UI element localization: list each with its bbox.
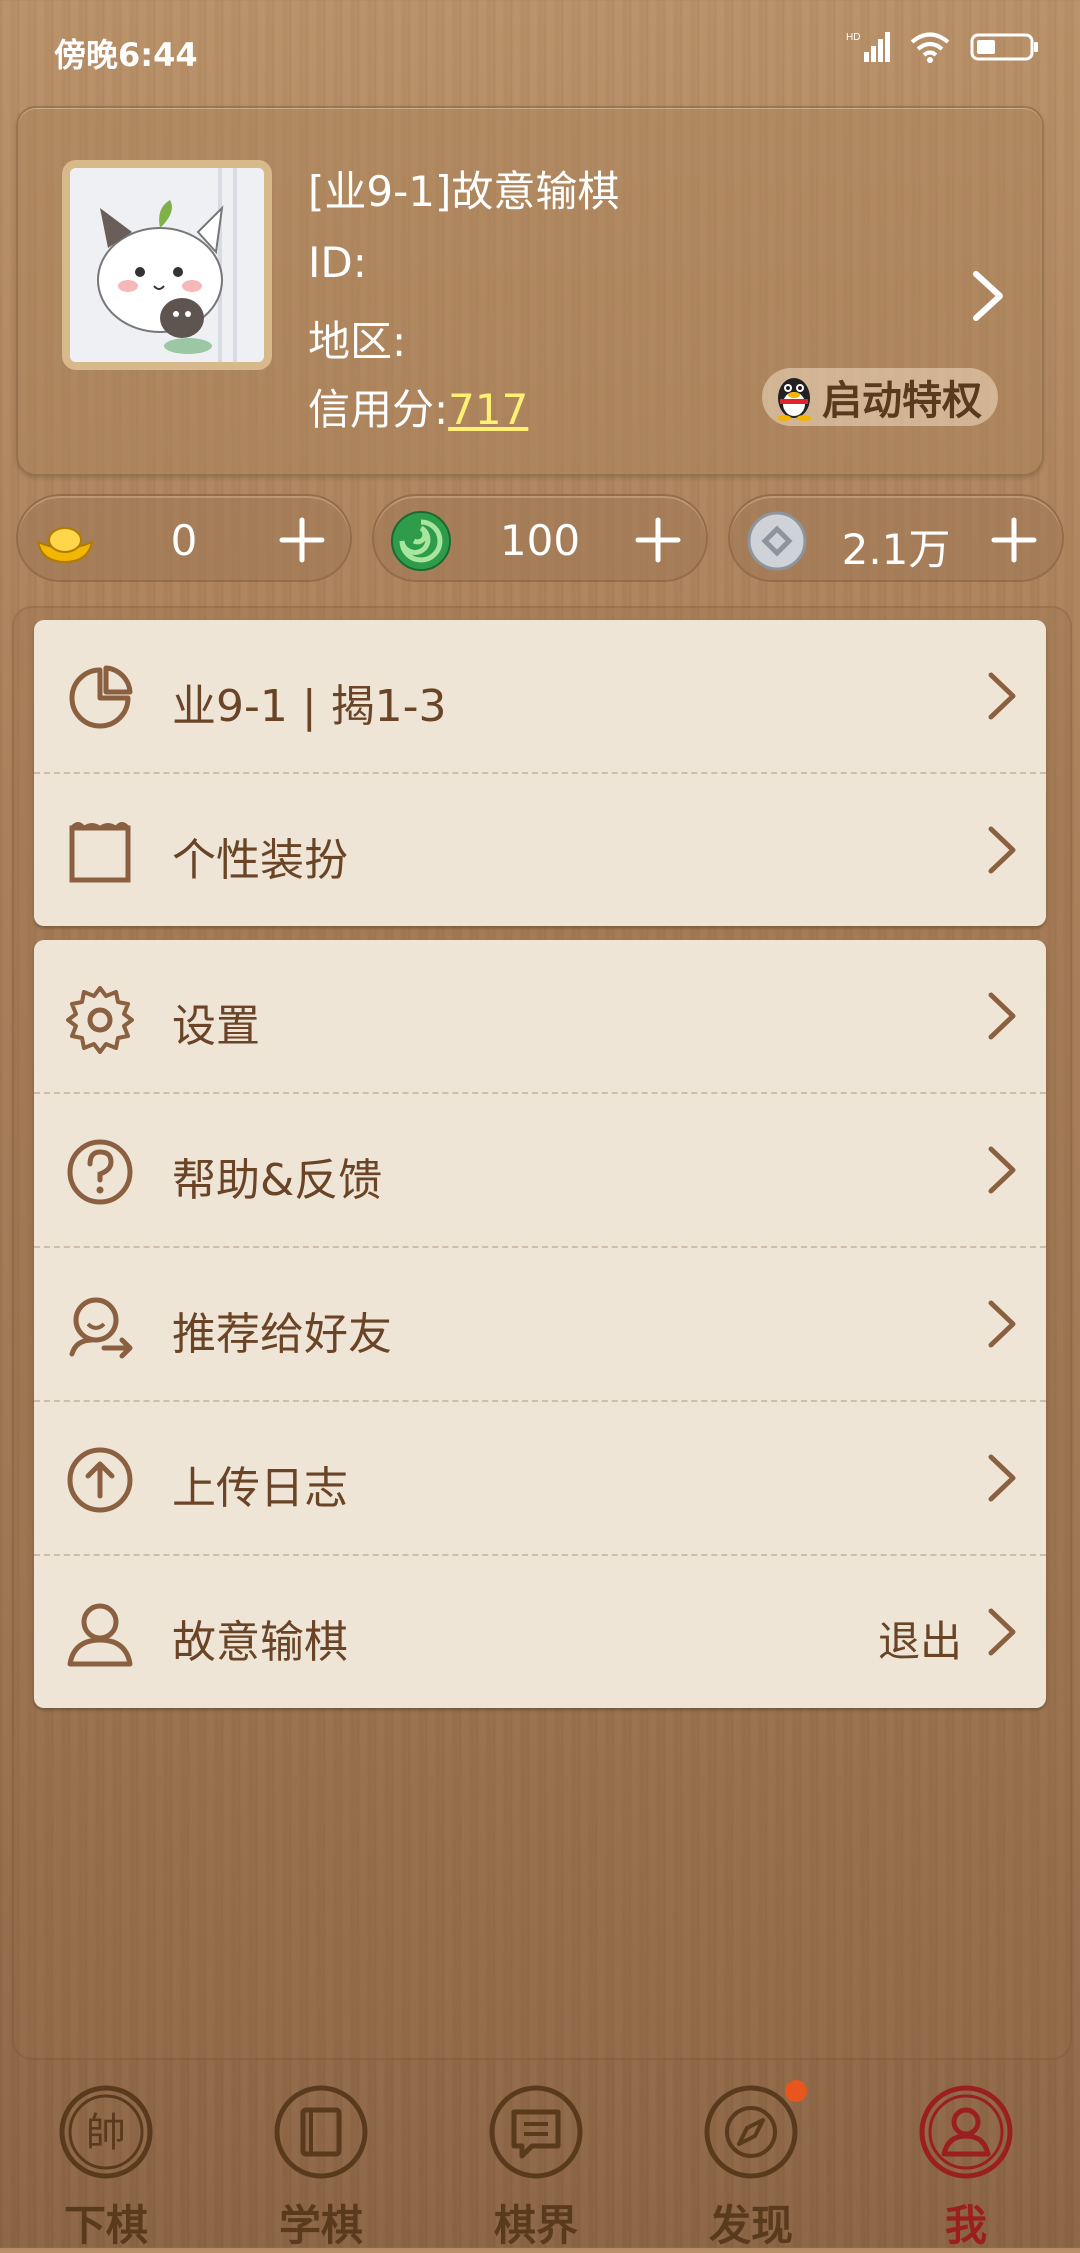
- battery-icon: [970, 33, 1038, 61]
- profile-id-label: ID:: [308, 238, 367, 287]
- bottom-nav: 帥 下棋 学棋 棋界 发现 我: [0, 2070, 1080, 2250]
- gear-icon: [66, 986, 134, 1054]
- gold-ingot-icon: [36, 527, 94, 564]
- tab-discover[interactable]: 发现: [671, 2080, 831, 2250]
- currency-jade[interactable]: 100: [372, 494, 708, 582]
- logout-link[interactable]: 退出: [878, 1608, 962, 1669]
- svg-text:HD: HD: [846, 32, 860, 43]
- account-label: 故意输棋: [172, 1617, 348, 1668]
- scroll-frame-icon: [69, 822, 131, 883]
- settings-label: 设置: [172, 1001, 260, 1052]
- share-icon: [69, 1297, 133, 1359]
- menu-item-recommend[interactable]: 推荐给好友: [34, 1248, 1046, 1402]
- profile-region-label: 地区:: [308, 317, 407, 366]
- rank-label: 业9-1 | 揭1-3: [172, 681, 447, 732]
- chevron-right-icon: [988, 1146, 1016, 1194]
- chevron-right-icon: [988, 1608, 1016, 1656]
- recommend-label: 推荐给好友: [172, 1309, 392, 1360]
- status-bar: 傍晚6:44 HD: [0, 0, 1080, 100]
- chevron-right-icon: [988, 672, 1016, 720]
- menu-item-upload-log[interactable]: 上传日志: [34, 1402, 1046, 1556]
- add-gold-icon[interactable]: [274, 512, 330, 568]
- tab-discover-label: 发现: [708, 2201, 793, 2250]
- jade-value: 100: [499, 516, 581, 565]
- svg-text:帥: 帥: [86, 2110, 126, 2156]
- status-time: 傍晚6:44: [54, 36, 198, 74]
- chess-piece-icon: 帥: [59, 2085, 153, 2179]
- dress-up-label: 个性装扮: [172, 835, 348, 886]
- jade-icon: [391, 511, 451, 571]
- help-label: 帮助&反馈: [172, 1155, 383, 1206]
- user-icon: [67, 1603, 133, 1667]
- add-jade-icon[interactable]: [630, 512, 686, 568]
- tab-me-label: 我: [944, 2201, 987, 2250]
- chevron-right-icon: [988, 1454, 1016, 1502]
- upload-icon: [67, 1447, 133, 1513]
- credit-value-link[interactable]: 717: [448, 385, 528, 434]
- qq-penguin-icon: [777, 378, 811, 421]
- credit-label: 信用分:: [308, 385, 449, 434]
- menu-group-general: 设置 帮助&反馈 推荐给好友 上传日志 故意输棋 退出: [34, 940, 1046, 1708]
- tab-learn-label: 学棋: [278, 2201, 363, 2250]
- add-coin-icon[interactable]: [986, 512, 1042, 568]
- avatar-cat-image: [70, 168, 264, 362]
- privilege-label: 启动特权: [822, 378, 982, 424]
- book-icon: [274, 2085, 368, 2179]
- launch-privilege-button[interactable]: 启动特权: [762, 368, 998, 426]
- chevron-right-icon[interactable]: [970, 268, 1006, 324]
- tab-community[interactable]: 棋界: [456, 2082, 616, 2250]
- currency-gold[interactable]: 0: [16, 494, 352, 582]
- wifi-icon: [910, 32, 950, 63]
- chevron-right-icon: [988, 826, 1016, 874]
- tab-community-label: 棋界: [493, 2201, 578, 2250]
- currency-row: 0 100 2.1万: [16, 494, 1064, 584]
- notification-badge: [785, 2080, 807, 2102]
- chevron-right-icon: [988, 1300, 1016, 1348]
- menu-item-settings[interactable]: 设置: [34, 940, 1046, 1094]
- signal-icon: HD: [846, 32, 890, 62]
- pie-chart-icon: [69, 665, 133, 729]
- gold-value: 0: [170, 516, 198, 565]
- chevron-right-icon: [988, 992, 1016, 1040]
- tab-learn[interactable]: 学棋: [241, 2082, 401, 2250]
- avatar[interactable]: [62, 160, 272, 370]
- menu-item-help[interactable]: 帮助&反馈: [34, 1094, 1046, 1248]
- status-icons: HD: [846, 30, 1040, 64]
- coin-icon: [747, 511, 807, 571]
- upload-log-label: 上传日志: [172, 1463, 348, 1514]
- profile-credit: 信用分:717: [308, 376, 528, 437]
- profile-card[interactable]: [业9-1]故意输棋 ID: 地区: 信用分:717 启动特权: [16, 106, 1044, 476]
- tab-play[interactable]: 帥 下棋: [26, 2082, 186, 2250]
- menu-item-rank[interactable]: 业9-1 | 揭1-3: [34, 620, 1046, 774]
- tab-me[interactable]: 我: [886, 2082, 1046, 2250]
- currency-coin[interactable]: 2.1万: [728, 494, 1064, 582]
- forum-icon: [489, 2085, 583, 2179]
- profile-name: [业9-1]故意输棋: [308, 167, 620, 216]
- me-icon: [919, 2085, 1013, 2179]
- help-icon: [67, 1139, 133, 1205]
- menu-item-dress-up[interactable]: 个性装扮: [34, 774, 1046, 926]
- menu-group-rank: 业9-1 | 揭1-3 个性装扮: [34, 620, 1046, 926]
- tab-play-label: 下棋: [63, 2201, 148, 2250]
- coin-value: 2.1万: [841, 525, 951, 574]
- menu-item-account[interactable]: 故意输棋 退出: [34, 1556, 1046, 1708]
